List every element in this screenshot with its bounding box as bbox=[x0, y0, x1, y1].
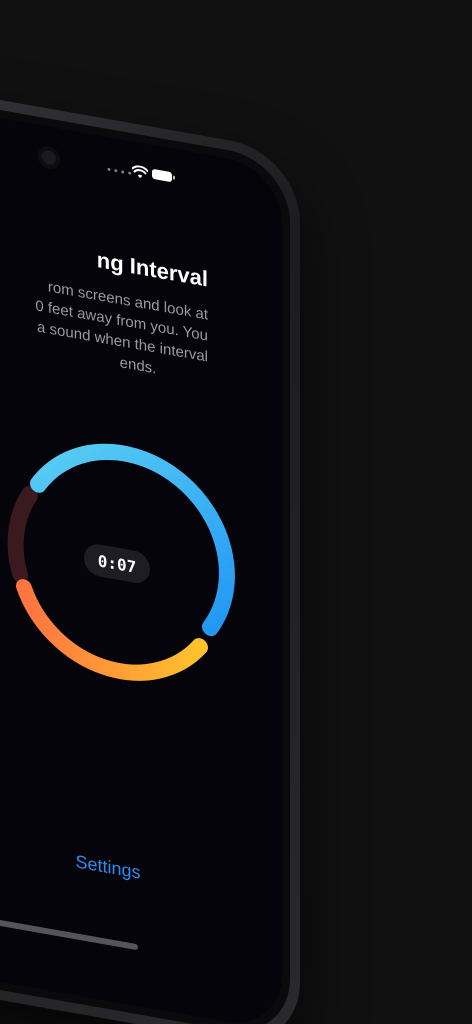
stage: •••• ng Interval rom screens and look at… bbox=[0, 0, 472, 1024]
front-camera-icon bbox=[38, 144, 60, 171]
signal-dots-icon: •••• bbox=[106, 164, 134, 181]
home-indicator[interactable] bbox=[0, 919, 138, 951]
timer-ring: 0:07 bbox=[0, 423, 238, 705]
phone-screen: •••• ng Interval rom screens and look at… bbox=[0, 91, 282, 1024]
battery-icon bbox=[152, 168, 172, 183]
status-bar: •••• bbox=[0, 107, 282, 208]
phone-bezel: •••• ng Interval rom screens and look at… bbox=[0, 81, 290, 1024]
wifi-icon bbox=[132, 165, 148, 179]
phone-frame: •••• ng Interval rom screens and look at… bbox=[0, 70, 300, 1024]
settings-button[interactable]: Settings bbox=[8, 839, 208, 895]
